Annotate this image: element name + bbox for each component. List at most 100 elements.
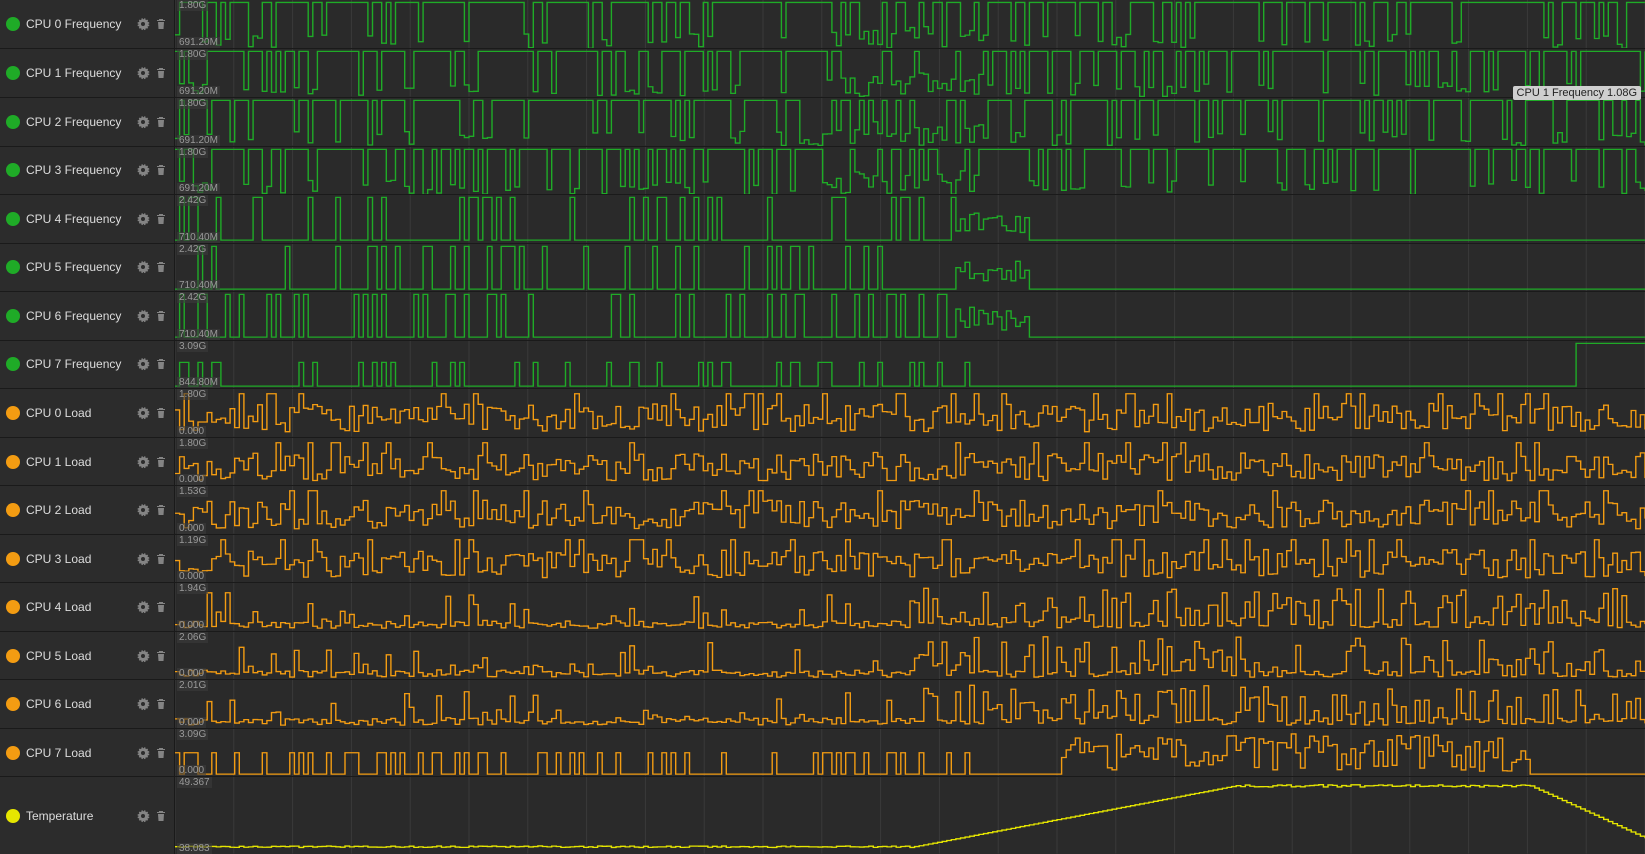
gear-icon[interactable] [136,309,150,323]
row-label-cpu2freq: CPU 2 Frequency [0,98,175,146]
color-dot-icon [6,697,20,711]
chart-cpu3freq[interactable]: 1.80G 691.20M [175,147,1645,195]
chart-cpu7freq[interactable]: 3.09G 844.80M [175,341,1645,389]
color-dot-icon [6,455,20,469]
row-actions [136,115,168,129]
gear-icon[interactable] [136,406,150,420]
row-label-cpu6load: CPU 6 Load [0,680,175,728]
trash-icon[interactable] [154,600,168,614]
row-cpu5freq: CPU 5 Frequency 2.42G 710.40M [0,243,1645,292]
metric-label: CPU 6 Load [26,697,130,711]
row-cpu0freq: CPU 0 Frequency 1.80G 691.20M [0,0,1645,48]
color-dot-icon [6,309,20,323]
row-temp: Temperature 49.367 38.083 [0,776,1645,854]
trash-icon[interactable] [154,406,168,420]
trash-icon[interactable] [154,503,168,517]
chart-cpu5freq[interactable]: 2.42G 710.40M [175,244,1645,292]
row-label-cpu4freq: CPU 4 Frequency [0,195,175,243]
trash-icon[interactable] [154,697,168,711]
metric-label: CPU 1 Frequency [26,66,130,80]
row-cpu2load: CPU 2 Load 1.53G 0.000 [0,485,1645,534]
chart-cpu4freq[interactable]: 2.42G 710.40M [175,195,1645,243]
metric-label: CPU 2 Frequency [26,115,130,129]
row-cpu0load: CPU 0 Load 1.80G 0.000 [0,388,1645,437]
trash-icon[interactable] [154,746,168,760]
trash-icon[interactable] [154,309,168,323]
row-label-cpu5freq: CPU 5 Frequency [0,244,175,292]
metric-label: CPU 5 Frequency [26,260,130,274]
color-dot-icon [6,600,20,614]
trash-icon[interactable] [154,163,168,177]
chart-cpu4load[interactable]: 1.94G 0.000 [175,583,1645,631]
chart-cpu6freq[interactable]: 2.42G 710.40M [175,292,1645,340]
metric-label: CPU 0 Load [26,406,130,420]
color-dot-icon [6,406,20,420]
gear-icon[interactable] [136,649,150,663]
gear-icon[interactable] [136,66,150,80]
trash-icon[interactable] [154,649,168,663]
row-actions [136,406,168,420]
row-actions [136,17,168,31]
gear-icon[interactable] [136,357,150,371]
row-label-cpu4load: CPU 4 Load [0,583,175,631]
row-label-cpu1freq: CPU 1 Frequency [0,49,175,97]
trash-icon[interactable] [154,17,168,31]
gear-icon[interactable] [136,455,150,469]
trash-icon[interactable] [154,115,168,129]
trash-icon[interactable] [154,66,168,80]
row-actions [136,357,168,371]
gear-icon[interactable] [136,17,150,31]
row-label-cpu3freq: CPU 3 Frequency [0,147,175,195]
row-actions [136,809,168,823]
metric-label: CPU 7 Frequency [26,357,130,371]
metric-label: CPU 5 Load [26,649,130,663]
metric-label: CPU 4 Frequency [26,212,130,226]
gear-icon[interactable] [136,260,150,274]
color-dot-icon [6,552,20,566]
row-actions [136,600,168,614]
gear-icon[interactable] [136,115,150,129]
row-actions [136,455,168,469]
gear-icon[interactable] [136,163,150,177]
color-dot-icon [6,66,20,80]
chart-temp[interactable]: 49.367 38.083 [175,777,1645,854]
trash-icon[interactable] [154,455,168,469]
gear-icon[interactable] [136,212,150,226]
row-cpu2freq: CPU 2 Frequency 1.80G 691.20M [0,97,1645,146]
gear-icon[interactable] [136,600,150,614]
chart-cpu6load[interactable]: 2.01G 0.000 [175,680,1645,728]
gear-icon[interactable] [136,697,150,711]
chart-cpu7load[interactable]: 3.09G 0.000 [175,729,1645,777]
metric-label: CPU 4 Load [26,600,130,614]
trash-icon[interactable] [154,809,168,823]
gear-icon[interactable] [136,503,150,517]
row-cpu4load: CPU 4 Load 1.94G 0.000 [0,582,1645,631]
gear-icon[interactable] [136,552,150,566]
gear-icon[interactable] [136,809,150,823]
row-actions [136,309,168,323]
trash-icon[interactable] [154,212,168,226]
metric-label: CPU 2 Load [26,503,130,517]
row-cpu6freq: CPU 6 Frequency 2.42G 710.40M [0,291,1645,340]
chart-cpu1freq[interactable]: 1.80G 691.20M [175,49,1645,97]
gear-icon[interactable] [136,746,150,760]
chart-cpu0freq[interactable]: 1.80G 691.20M [175,0,1645,48]
row-actions [136,746,168,760]
chart-cpu3load[interactable]: 1.19G 0.000 [175,535,1645,583]
color-dot-icon [6,163,20,177]
metric-label: CPU 0 Frequency [26,17,130,31]
row-label-cpu3load: CPU 3 Load [0,535,175,583]
row-cpu6load: CPU 6 Load 2.01G 0.000 [0,679,1645,728]
trash-icon[interactable] [154,260,168,274]
trash-icon[interactable] [154,552,168,566]
row-actions [136,163,168,177]
chart-cpu2freq[interactable]: 1.80G 691.20M [175,98,1645,146]
chart-cpu0load[interactable]: 1.80G 0.000 [175,389,1645,437]
chart-cpu1load[interactable]: 1.80G 0.000 [175,438,1645,486]
row-actions [136,66,168,80]
trash-icon[interactable] [154,357,168,371]
row-cpu7freq: CPU 7 Frequency 3.09G 844.80M [0,340,1645,389]
chart-cpu2load[interactable]: 1.53G 0.000 [175,486,1645,534]
color-dot-icon [6,503,20,517]
chart-cpu5load[interactable]: 2.06G 0.000 [175,632,1645,680]
